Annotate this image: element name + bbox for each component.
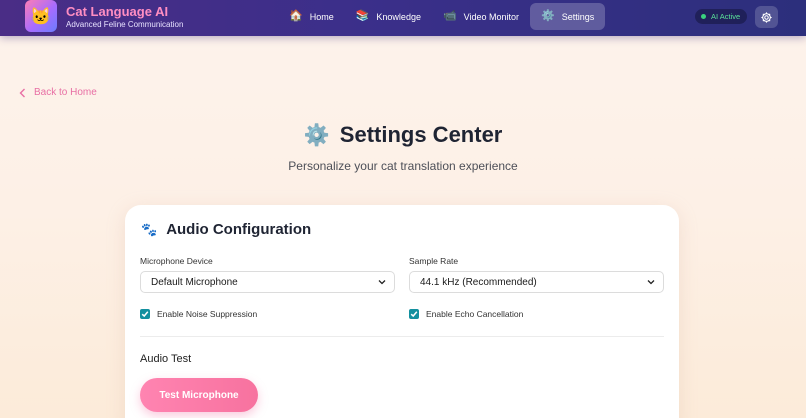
checkmark-icon xyxy=(141,311,149,318)
sample-rate-label: Sample Rate xyxy=(409,256,459,266)
home-icon: 🏠 xyxy=(289,10,303,22)
books-icon: 📚 xyxy=(355,10,370,22)
page-title: ⚙️ Settings Center xyxy=(0,122,806,148)
nav-item-video-monitor[interactable]: 📹 Video Monitor xyxy=(432,3,530,30)
page-title-text: Settings Center xyxy=(339,122,503,147)
cat-face-icon: 🐱 xyxy=(30,6,52,26)
chevron-down-icon xyxy=(647,280,655,285)
audio-configuration-card: 🐾 Audio Configuration Microphone Device … xyxy=(125,205,679,418)
settings-button[interactable] xyxy=(755,6,778,28)
main-nav: 🏠 Home 📚 Knowledge 📹 Video Monitor ⚙️ Se… xyxy=(278,3,606,30)
echo-cancellation-checkbox[interactable] xyxy=(409,309,419,319)
nav-item-label: Home xyxy=(309,11,334,22)
paw-icon: 🐾 xyxy=(141,222,158,237)
sample-rate-select[interactable]: 44.1 kHz (Recommended) xyxy=(409,271,664,293)
microphone-device-value: Default Microphone xyxy=(151,276,238,288)
chevron-left-icon xyxy=(19,88,25,97)
page-subtitle: Personalize your cat translation experie… xyxy=(288,159,518,173)
status-dot-icon xyxy=(701,14,706,19)
noise-suppression-label: Enable Noise Suppression xyxy=(157,309,258,319)
back-link-label: Back to Home xyxy=(34,87,97,98)
nav-item-label: Video Monitor xyxy=(463,11,520,22)
audio-test-label: Audio Test xyxy=(140,353,192,365)
nav-item-settings[interactable]: ⚙️ Settings xyxy=(530,3,606,30)
gear-icon: ⚙️ xyxy=(303,123,330,147)
app-logo[interactable]: 🐱 xyxy=(25,0,57,32)
noise-suppression-checkbox[interactable] xyxy=(140,309,150,319)
nav-item-label: Knowledge xyxy=(376,11,421,22)
microphone-device-label: Microphone Device xyxy=(140,256,213,266)
gear-icon xyxy=(761,11,772,23)
card-heading-text: Audio Configuration xyxy=(166,221,312,238)
app-subtitle: Advanced Feline Communication xyxy=(66,20,184,29)
ai-status-badge: AI Active xyxy=(695,9,748,24)
back-to-home-link[interactable]: Back to Home xyxy=(19,87,97,98)
chevron-down-icon xyxy=(378,280,386,285)
nav-item-knowledge[interactable]: 📚 Knowledge xyxy=(345,3,432,30)
top-navbar: 🐱 Cat Language AI Advanced Feline Commun… xyxy=(0,0,806,36)
checkmark-icon xyxy=(410,311,418,318)
noise-suppression-toggle[interactable]: Enable Noise Suppression xyxy=(140,309,257,319)
test-microphone-button[interactable]: Test Microphone xyxy=(140,378,258,412)
video-camera-icon: 📹 xyxy=(442,10,457,22)
nav-item-label: Settings xyxy=(561,11,595,22)
card-heading: 🐾 Audio Configuration xyxy=(141,221,311,238)
echo-cancellation-toggle[interactable]: Enable Echo Cancellation xyxy=(409,309,523,319)
app-title: Cat Language AI xyxy=(66,4,169,19)
echo-cancellation-label: Enable Echo Cancellation xyxy=(426,309,524,319)
section-divider xyxy=(140,336,664,337)
sample-rate-value: 44.1 kHz (Recommended) xyxy=(420,276,537,288)
gear-icon: ⚙️ xyxy=(541,10,555,22)
microphone-device-select[interactable]: Default Microphone xyxy=(140,271,395,293)
nav-item-home[interactable]: 🏠 Home xyxy=(278,3,345,30)
status-label: AI Active xyxy=(711,12,741,21)
